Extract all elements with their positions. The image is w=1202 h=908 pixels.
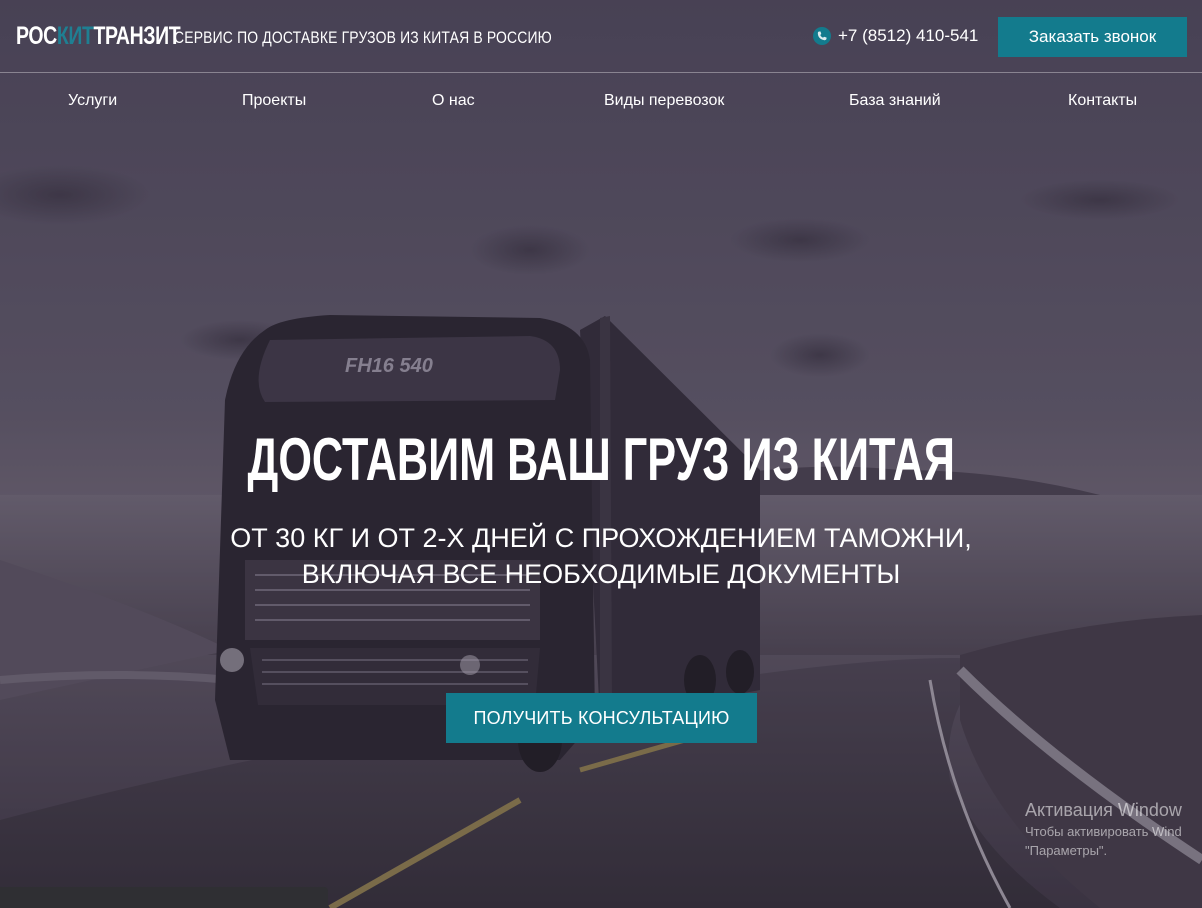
watermark-line-2: "Параметры". bbox=[1025, 843, 1108, 858]
nav-item-projects[interactable]: Проекты bbox=[242, 92, 306, 110]
hero-title: ДОСТАВИМ ВАШ ГРУЗ ИЗ КИТАЯ bbox=[0, 425, 1202, 494]
windows-activation-watermark: Активация Window Чтобы активировать Wind… bbox=[1025, 798, 1182, 860]
header-phone[interactable]: +7 (8512) 410-541 bbox=[812, 26, 978, 46]
nav-item-services[interactable]: Услуги bbox=[68, 92, 117, 110]
logo-part-ros: РОС bbox=[16, 22, 57, 50]
watermark-line-1: Чтобы активировать Wind bbox=[1025, 824, 1182, 839]
bottom-bar-tab bbox=[0, 887, 328, 908]
phone-number: +7 (8512) 410-541 bbox=[838, 26, 979, 45]
hero-subtitle-line-2: ВКЛЮЧАЯ ВСЕ НЕОБХОДИМЫЕ ДОКУМЕНТЫ bbox=[301, 559, 901, 589]
phone-circle-icon bbox=[813, 27, 831, 45]
logo-part-kit: КИТ bbox=[56, 22, 94, 50]
main-nav: Услуги Проекты О нас Виды перевозок База… bbox=[0, 92, 1202, 120]
get-consultation-button[interactable]: ПОЛУЧИТЬ КОНСУЛЬТАЦИЮ bbox=[446, 693, 757, 743]
site-tagline: СЕРВИС ПО ДОСТАВКЕ ГРУЗОВ ИЗ КИТАЯ В РОС… bbox=[174, 28, 552, 47]
logo-part-tranzit: ТРАНЗИТ bbox=[93, 22, 181, 50]
nav-item-contacts[interactable]: Контакты bbox=[1068, 92, 1137, 110]
watermark-title: Активация Window bbox=[1025, 800, 1182, 820]
header-divider bbox=[0, 72, 1202, 73]
site-header: РОС КИТ ТРАНЗИТ СЕРВИС ПО ДОСТАВКЕ ГРУЗО… bbox=[0, 0, 1202, 72]
hero-subtitle: ОТ 30 КГ И ОТ 2-Х ДНЕЙ С ПРОХОЖДЕНИЕМ ТА… bbox=[0, 520, 1202, 592]
nav-item-transport-types[interactable]: Виды перевозок bbox=[604, 92, 724, 110]
order-call-button[interactable]: Заказать звонок bbox=[998, 17, 1187, 57]
nav-item-about[interactable]: О нас bbox=[432, 92, 475, 110]
hero-subtitle-line-1: ОТ 30 КГ И ОТ 2-Х ДНЕЙ С ПРОХОЖДЕНИЕМ ТА… bbox=[230, 523, 972, 553]
hero-title-text: ДОСТАВИМ ВАШ ГРУЗ ИЗ КИТАЯ bbox=[247, 426, 955, 493]
nav-item-knowledge-base[interactable]: База знаний bbox=[849, 92, 941, 110]
